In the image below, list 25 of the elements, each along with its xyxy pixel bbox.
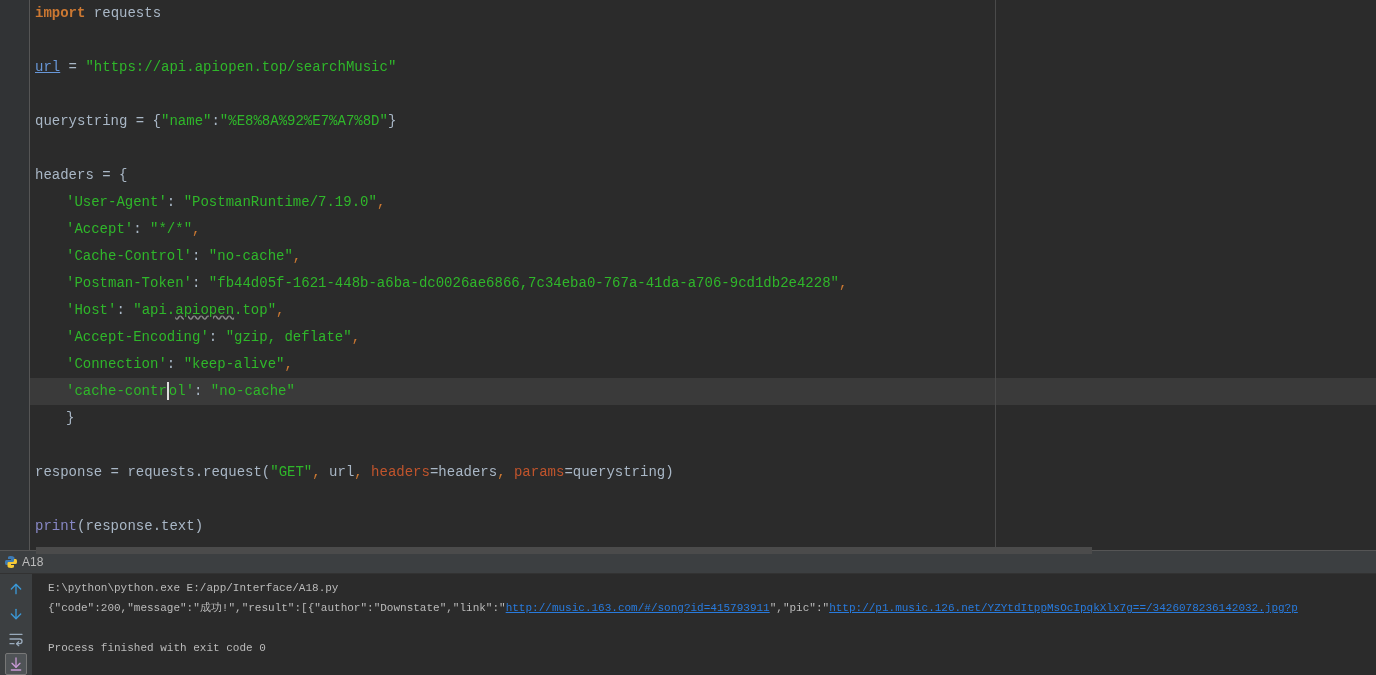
code-line: 'Cache-Control': "no-cache",: [65, 247, 303, 266]
scrollbar-thumb[interactable]: [36, 547, 1092, 554]
code-line: headers = {: [34, 166, 129, 185]
code-line: }: [65, 409, 76, 428]
code-line: 'Host': "api.apiopen.top",: [65, 301, 286, 320]
run-tab-title[interactable]: A18: [22, 555, 44, 570]
wrap-text-icon: [8, 631, 24, 647]
code-line: 'Accept': "*/*",: [65, 220, 202, 239]
code-line: 'Postman-Token': "fb44d05f-1621-448b-a6ba-dc0026ae6866,7c34eba0-767a-41da-a706-9cd1db2e4228",: [65, 274, 849, 293]
output-link[interactable]: http://p1.music.126.net/YZYtdItppMsOcIpqkXlx7g==/3426078236142032.jpg?p: [829, 602, 1298, 614]
scroll-to-end-icon: [8, 656, 24, 672]
code-line: 'User-Agent': "PostmanRuntime/7.19.0",: [65, 193, 387, 212]
code-line: import requests: [34, 4, 163, 23]
output-line: {"code":200,"message":"成功!","result":[{"author":"Downstate","link":"http://music.163.com/#/song?id=415793911","pic":"http://p1.music.126.net/YZYtdItppMsOcIpqkXlx7g==/3426078236142032.jpg?p: [48, 601, 1299, 616]
output-link[interactable]: http://music.163.com/#/song?id=415793911: [505, 602, 770, 614]
code-line: response = requests.request("GET", url, headers=headers, params=querystring): [34, 463, 675, 482]
code-line: print(response.text): [34, 517, 205, 536]
toolbar-button[interactable]: [5, 653, 27, 675]
command-line-text: E:\python\python.exe E:/app/Interface/A18.py: [48, 581, 340, 596]
code-line: 'Connection': "keep-alive",: [65, 355, 294, 374]
code-line: 'Accept-Encoding': "gzip, deflate",: [65, 328, 362, 347]
python-logo-icon: [4, 555, 18, 570]
code-line: url = "https://api.apiopen.top/searchMusic": [34, 58, 398, 77]
exit-status-text: Process finished with exit code 0: [48, 641, 267, 656]
code-line: querystring = {"name":"%E8%8A%92%E7%A7%8D"}: [34, 112, 398, 131]
